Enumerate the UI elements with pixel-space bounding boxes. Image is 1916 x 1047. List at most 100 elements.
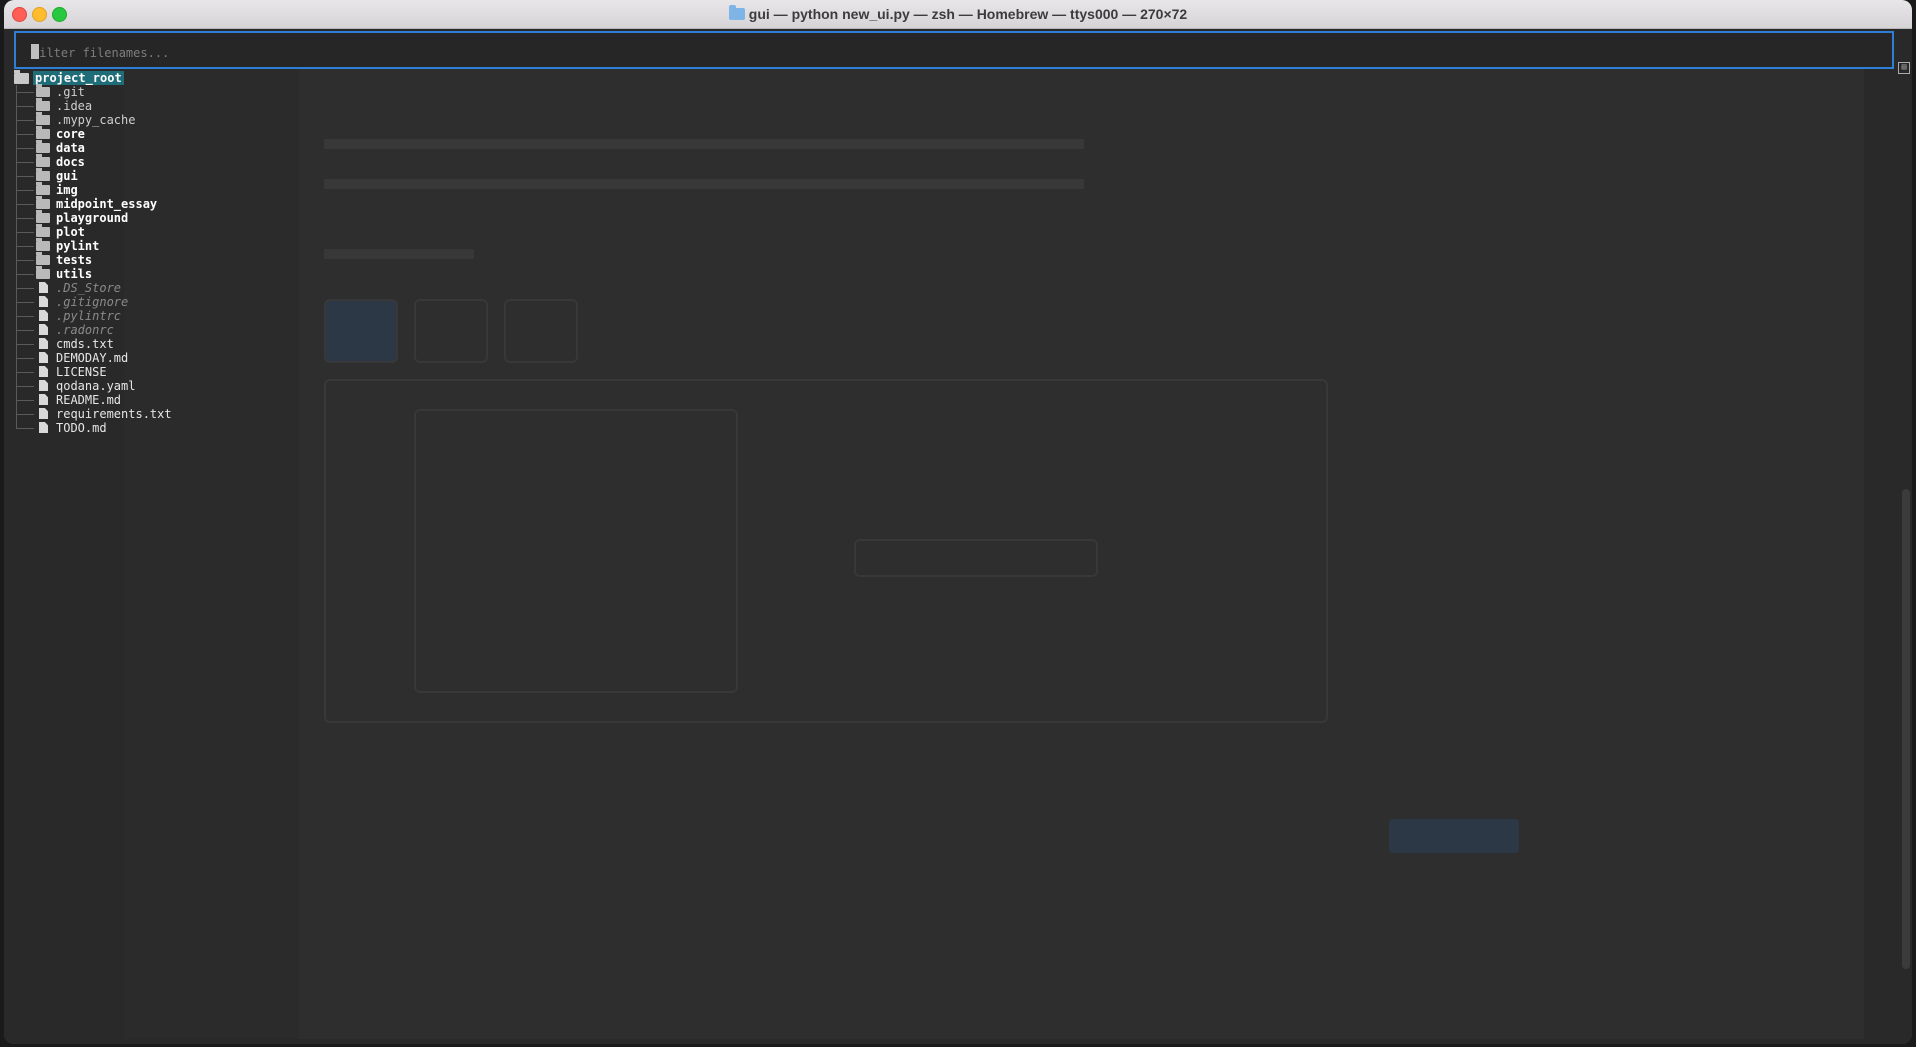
text-cursor — [31, 44, 39, 59]
folder-icon — [36, 266, 50, 279]
filter-input[interactable] — [30, 42, 1834, 64]
tree-branch-line — [10, 211, 36, 225]
tree-root-label: project_root — [33, 71, 124, 85]
file-icon — [39, 394, 48, 405]
tree-item-label: .radonrc — [56, 323, 114, 337]
tree-item[interactable]: utils — [10, 266, 172, 281]
tree-item[interactable]: requirements.txt — [10, 407, 172, 421]
tree-item[interactable]: .git — [10, 84, 172, 99]
background-row — [324, 249, 474, 259]
tree-item[interactable]: TODO.md — [10, 421, 172, 435]
tree-item-label: .DS_Store — [56, 281, 122, 295]
tree-branch-line — [10, 323, 36, 337]
tree-branch-line — [10, 127, 36, 141]
folder-icon — [36, 252, 50, 265]
terminal-window: gui — python new_ui.py — zsh — Homebrew … — [4, 0, 1912, 1044]
file-icon — [39, 366, 48, 377]
scrollbar[interactable] — [1902, 489, 1910, 969]
tree-item-label: docs — [56, 155, 85, 169]
file-icon — [39, 282, 48, 293]
tree-item[interactable]: .mypy_cache — [10, 112, 172, 127]
tree-branch-line — [10, 225, 36, 239]
tree-branch-line — [10, 113, 36, 127]
tree-branch-line — [10, 183, 36, 197]
window-title: gui — python new_ui.py — zsh — Homebrew … — [4, 5, 1912, 22]
file-icon — [39, 380, 48, 391]
tree-root[interactable]: project_root — [10, 70, 172, 85]
tree-item-label: qodana.yaml — [56, 379, 136, 393]
tree-item[interactable]: docs — [10, 154, 172, 169]
tree-branch-line — [10, 253, 36, 267]
tree-item[interactable]: .DS_Store — [10, 281, 172, 295]
tree-item-label: pylint — [56, 239, 100, 253]
tree-branch-line — [10, 141, 36, 155]
background-submit-button — [1389, 819, 1519, 853]
folder-icon — [728, 5, 745, 20]
tree-item[interactable]: data — [10, 140, 172, 155]
file-tree: project_root .git .idea .mypy_cache core dat… — [10, 70, 172, 435]
tree-item-label: .mypy_cache — [56, 113, 136, 127]
tree-item-label: tests — [56, 253, 93, 267]
tree-item-label: img — [56, 183, 78, 197]
folder-icon — [36, 238, 50, 251]
split-pane-icon[interactable]: ▤ — [1898, 62, 1910, 74]
terminal-content: ▤ project_root .git.idea.mypy_cachecored… — [4, 29, 1912, 1044]
tree-item[interactable]: LICENSE — [10, 365, 172, 379]
background-row — [324, 179, 1084, 189]
tree-item-label: utils — [56, 267, 93, 281]
file-icon — [39, 352, 48, 363]
folder-icon — [36, 210, 50, 223]
tree-item[interactable]: .idea — [10, 98, 172, 113]
tree-item-label: playground — [56, 211, 129, 225]
folder-icon — [36, 154, 50, 167]
tree-item[interactable]: img — [10, 182, 172, 197]
folder-icon — [36, 182, 50, 195]
tree-item[interactable]: tests — [10, 252, 172, 267]
tree-branch-line — [10, 239, 36, 253]
tree-item-label: DEMODAY.md — [56, 351, 129, 365]
tree-item[interactable]: plot — [10, 224, 172, 239]
tree-item-label: gui — [56, 169, 78, 183]
tree-item-label: plot — [56, 225, 85, 239]
file-icon — [39, 310, 48, 321]
file-icon — [39, 408, 48, 419]
tree-item[interactable]: DEMODAY.md — [10, 351, 172, 365]
background-tile — [504, 299, 578, 363]
tree-item[interactable]: cmds.txt — [10, 337, 172, 351]
tree-item[interactable]: gui — [10, 168, 172, 183]
folder-icon — [36, 98, 50, 111]
folder-icon — [36, 140, 50, 153]
tree-item[interactable]: core — [10, 126, 172, 141]
tree-item-label: core — [56, 127, 85, 141]
tree-item-label: cmds.txt — [56, 337, 114, 351]
tree-item-label: README.md — [56, 393, 122, 407]
filter-box[interactable] — [14, 31, 1894, 69]
background-select-button — [854, 539, 1098, 577]
tree-items: .git .idea .mypy_cache core data docs gui img mi… — [10, 84, 172, 435]
tree-item-label: TODO.md — [56, 421, 107, 435]
tree-branch-line — [10, 99, 36, 113]
tree-item[interactable]: playground — [10, 210, 172, 225]
tree-item[interactable]: pylint — [10, 238, 172, 253]
folder-icon — [36, 126, 50, 139]
tree-item-label: .gitignore — [56, 295, 129, 309]
tree-item-label: .pylintrc — [56, 309, 122, 323]
tree-item-label: data — [56, 141, 85, 155]
background-app — [124, 59, 1864, 1039]
file-icon — [39, 338, 48, 349]
tree-branch-line — [10, 365, 36, 379]
tree-item[interactable]: qodana.yaml — [10, 379, 172, 393]
tree-item[interactable]: .radonrc — [10, 323, 172, 337]
background-dropzone — [414, 409, 738, 693]
tree-item[interactable]: midpoint_essay — [10, 196, 172, 211]
background-row — [324, 139, 1084, 149]
tree-item[interactable]: .gitignore — [10, 295, 172, 309]
tree-branch-line — [10, 85, 36, 99]
folder-icon — [36, 168, 50, 181]
folder-icon — [36, 112, 50, 125]
tree-item[interactable]: .pylintrc — [10, 309, 172, 323]
tree-branch-line — [10, 197, 36, 211]
tree-branch-line — [10, 155, 36, 169]
tree-branch-line — [10, 281, 36, 295]
tree-item[interactable]: README.md — [10, 393, 172, 407]
